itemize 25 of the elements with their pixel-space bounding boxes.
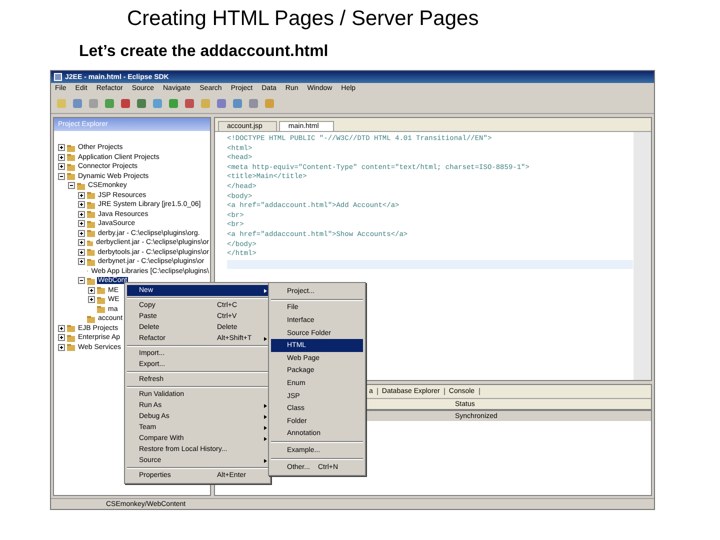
expand-toggle[interactable]	[78, 248, 85, 256]
expand-toggle[interactable]	[78, 277, 85, 284]
expand-toggle[interactable]	[78, 220, 85, 228]
expand-toggle[interactable]	[78, 258, 85, 266]
expand-toggle[interactable]	[78, 192, 85, 199]
expand-toggle[interactable]	[58, 334, 65, 342]
toolbar-square-icon[interactable]	[136, 98, 147, 108]
expand-toggle[interactable]	[58, 163, 65, 170]
expand-toggle[interactable]	[78, 210, 85, 218]
expand-toggle[interactable]	[88, 286, 95, 294]
expand-toggle[interactable]	[58, 144, 65, 152]
expand-toggle[interactable]	[88, 296, 95, 304]
expand-toggle[interactable]	[58, 324, 65, 332]
expand-toggle[interactable]	[78, 230, 85, 237]
expand-toggle[interactable]	[58, 344, 65, 351]
toolbar-square-icon[interactable]	[184, 98, 195, 108]
toolbar-square-icon[interactable]	[120, 98, 131, 108]
slide-title: Creating HTML Pages / Server Pages	[127, 6, 480, 32]
app-icon	[54, 73, 62, 81]
slide-subtitle: Let’s create the addaccount.html	[79, 42, 330, 62]
expand-toggle[interactable]	[58, 172, 65, 180]
expand-toggle[interactable]	[58, 154, 65, 161]
expand-toggle[interactable]	[78, 201, 85, 208]
expand-toggle[interactable]	[68, 182, 75, 190]
expand-toggle[interactable]	[78, 239, 85, 246]
